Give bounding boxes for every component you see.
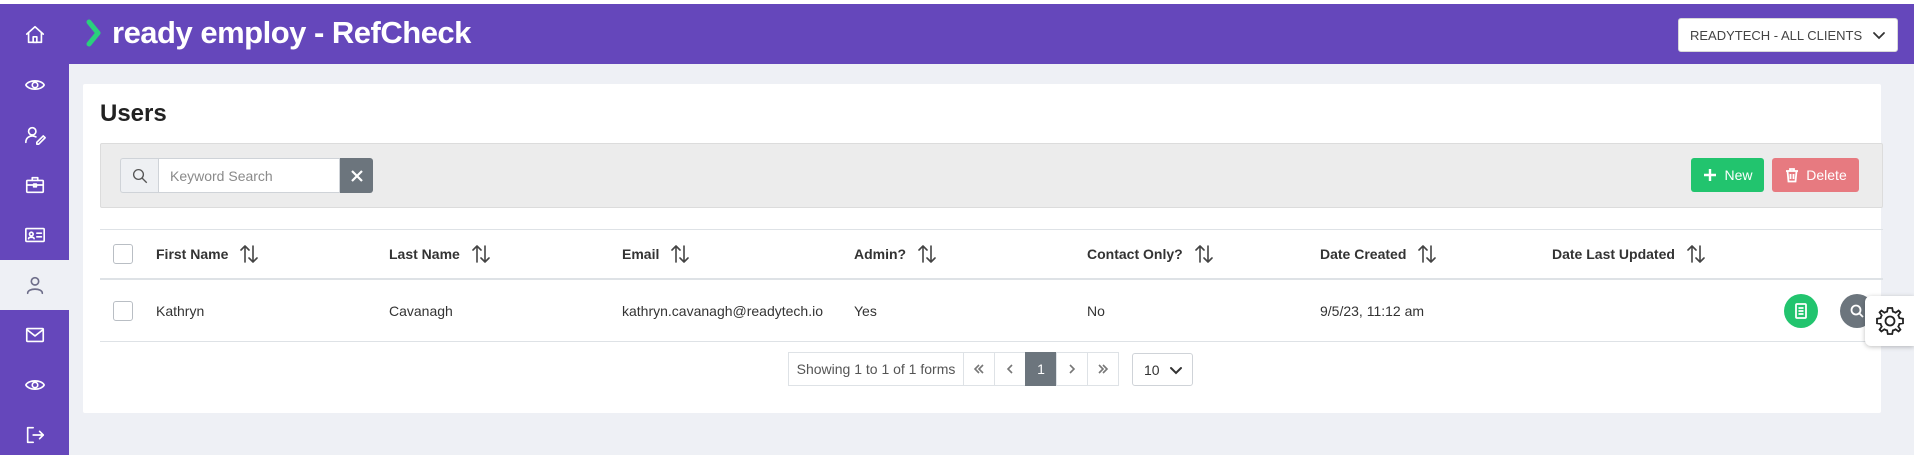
sidebar-item-preview[interactable] bbox=[0, 360, 69, 410]
logout-icon bbox=[26, 426, 44, 444]
users-table: First Name Last Name Email Admin? Contac… bbox=[100, 229, 1883, 342]
column-header-first-name[interactable]: First Name bbox=[156, 230, 260, 278]
new-button[interactable]: New bbox=[1691, 158, 1764, 192]
row-checkbox[interactable] bbox=[113, 300, 133, 321]
cell-date-created: 9/5/23, 11:12 am bbox=[1320, 302, 1425, 319]
sidebar-item-candidates[interactable] bbox=[0, 210, 69, 260]
sort-icon bbox=[1687, 245, 1705, 263]
close-icon bbox=[350, 169, 363, 182]
sort-icon bbox=[1418, 245, 1437, 263]
app-title: ready employ - RefCheck bbox=[112, 15, 471, 50]
view-record-button[interactable] bbox=[1784, 294, 1818, 328]
delete-button[interactable]: Delete bbox=[1772, 158, 1859, 192]
pagination: Showing 1 to 1 of 1 forms 1 bbox=[788, 352, 1119, 386]
sort-icon bbox=[472, 245, 490, 263]
client-selector[interactable]: READYTECH - ALL CLIENTS bbox=[1678, 18, 1898, 52]
sort-icon bbox=[1194, 245, 1213, 263]
sidebar bbox=[0, 4, 69, 455]
column-header-email[interactable]: Email bbox=[622, 230, 691, 278]
eye-icon bbox=[24, 380, 45, 390]
column-header-date-created[interactable]: Date Created bbox=[1320, 230, 1438, 278]
sidebar-item-jobs[interactable] bbox=[0, 160, 69, 210]
chevrons-right-icon bbox=[1098, 364, 1109, 374]
cell-first-name: Kathryn bbox=[156, 302, 205, 319]
mail-icon bbox=[25, 327, 44, 343]
settings-button[interactable] bbox=[1865, 296, 1914, 346]
search-group bbox=[120, 158, 373, 193]
last-page-button[interactable] bbox=[1087, 352, 1119, 386]
sidebar-item-referee[interactable] bbox=[0, 110, 69, 160]
new-button-label: New bbox=[1724, 167, 1753, 183]
toolbar: New Delete bbox=[100, 143, 1883, 208]
sort-icon bbox=[240, 245, 259, 263]
sort-icon bbox=[671, 245, 690, 263]
chevrons-left-icon bbox=[973, 364, 984, 374]
page-size-select[interactable]: 10 bbox=[1132, 353, 1193, 386]
pagination-info: Showing 1 to 1 of 1 forms bbox=[788, 352, 964, 386]
column-header-contact-only[interactable]: Contact Only? bbox=[1087, 230, 1215, 278]
table-header-row: First Name Last Name Email Admin? Contac… bbox=[100, 229, 1883, 280]
chevron-left-icon bbox=[1006, 364, 1013, 374]
first-page-button[interactable] bbox=[963, 352, 995, 386]
eye-icon bbox=[24, 80, 45, 90]
chevron-right-icon bbox=[1069, 364, 1076, 374]
trash-icon bbox=[1786, 168, 1799, 183]
gear-icon bbox=[1875, 307, 1904, 335]
search-input[interactable] bbox=[158, 158, 340, 193]
top-header: ready employ - RefCheck READYTECH - ALL … bbox=[69, 4, 1914, 64]
previous-page-button[interactable] bbox=[994, 352, 1026, 386]
sidebar-item-logout[interactable] bbox=[0, 410, 69, 455]
search-clear-button[interactable] bbox=[340, 158, 373, 193]
id-card-icon bbox=[24, 227, 45, 243]
page-size-value: 10 bbox=[1144, 361, 1160, 378]
column-header-last-name[interactable]: Last Name bbox=[389, 230, 492, 278]
cell-last-name: Cavanagh bbox=[389, 302, 453, 319]
column-header-admin[interactable]: Admin? bbox=[854, 230, 938, 278]
search-icon-box bbox=[120, 158, 158, 193]
select-all-checkbox[interactable] bbox=[113, 244, 133, 264]
page-title: Users bbox=[100, 100, 167, 127]
home-icon bbox=[25, 25, 44, 44]
sidebar-item-messages[interactable] bbox=[0, 310, 69, 360]
cell-contact-only: No bbox=[1087, 302, 1105, 319]
page-button-current[interactable]: 1 bbox=[1025, 352, 1057, 386]
user-icon bbox=[26, 276, 43, 295]
sidebar-item-view[interactable] bbox=[0, 60, 69, 110]
brand[interactable]: ready employ - RefCheck bbox=[86, 15, 471, 51]
search-icon bbox=[132, 168, 147, 183]
chevron-down-icon bbox=[1170, 367, 1182, 375]
column-header-date-last-updated[interactable]: Date Last Updated bbox=[1552, 230, 1707, 278]
plus-icon bbox=[1704, 169, 1717, 181]
next-page-button[interactable] bbox=[1056, 352, 1088, 386]
user-edit-icon bbox=[24, 126, 46, 145]
search-user-icon bbox=[1850, 304, 1864, 318]
client-selector-value: READYTECH - ALL CLIENTS bbox=[1690, 27, 1863, 43]
document-icon bbox=[1795, 303, 1807, 319]
chevron-logo-icon bbox=[86, 19, 101, 47]
chevron-down-icon bbox=[1873, 32, 1885, 40]
briefcase-icon bbox=[25, 176, 44, 194]
sort-icon bbox=[918, 245, 936, 263]
sidebar-item-home[interactable] bbox=[0, 10, 69, 60]
table-row[interactable]: Kathryn Cavanagh kathryn.cavanagh@readyt… bbox=[100, 280, 1883, 342]
cell-admin: Yes bbox=[854, 302, 877, 319]
sidebar-item-users[interactable] bbox=[0, 260, 69, 310]
cell-email: kathryn.cavanagh@readytech.io bbox=[622, 302, 823, 319]
delete-button-label: Delete bbox=[1806, 167, 1847, 183]
